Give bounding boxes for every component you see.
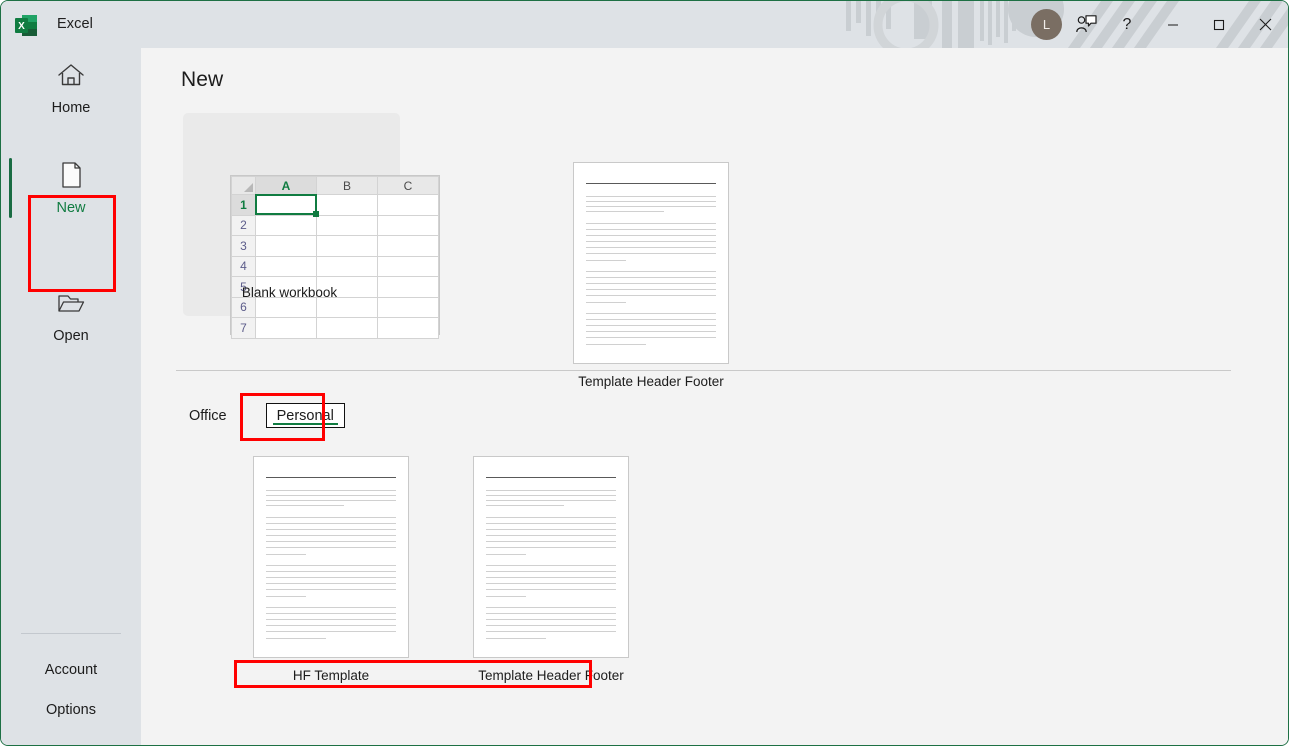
minimize-button[interactable] [1150, 1, 1196, 48]
tab-label: Office [189, 407, 227, 424]
template-label-hf-template: HF Template [292, 668, 370, 683]
column-header: C [377, 176, 439, 195]
tab-office[interactable]: Office [181, 404, 235, 428]
sidebar: Home New Open Account Options [1, 48, 141, 745]
tab-selected-underline [272, 423, 338, 425]
selected-cell-a1 [255, 194, 319, 217]
template-label-personal-header-footer: Template Header Footer [478, 668, 624, 683]
grid-cell [316, 255, 378, 277]
template-card-hf-template[interactable]: HF Template [253, 456, 409, 683]
grid-cell [377, 214, 439, 236]
template-card-personal-header-footer[interactable]: Template Header Footer [473, 456, 629, 683]
app-title: Excel [57, 16, 93, 32]
grid-cell [316, 194, 378, 216]
grid-cell [377, 194, 439, 216]
document-thumbnail [573, 162, 729, 364]
sidebar-item-new[interactable]: New [1, 148, 141, 228]
open-folder-icon [58, 295, 85, 312]
help-label: ? [1122, 15, 1132, 33]
select-all-corner [231, 176, 256, 195]
grid-cell [255, 255, 317, 277]
row-header: 6 [231, 296, 256, 318]
table-row: 7 [231, 317, 439, 339]
maximize-icon [1213, 19, 1225, 30]
table-header-row: A B C [231, 176, 439, 195]
grid-cell [377, 235, 439, 257]
table-row: 4 [231, 255, 439, 277]
excel-window: X Excel L ? Home New Open Account Option… [0, 0, 1289, 746]
grid-cell [255, 235, 317, 257]
document-thumbnail [253, 456, 409, 658]
spreadsheet-thumbnail: A B C 1 2 3 4 5 6 7 [230, 175, 440, 339]
close-icon [1259, 18, 1271, 31]
column-header: B [316, 176, 378, 195]
row-header: 2 [231, 214, 256, 236]
svg-text:X: X [18, 21, 25, 32]
row-header: 7 [231, 317, 256, 339]
help-button[interactable]: ? [1104, 1, 1150, 48]
new-document-icon [62, 162, 81, 188]
grid-cell [377, 296, 439, 318]
minimize-icon [1168, 23, 1178, 26]
page-title: New [181, 68, 224, 91]
selection-accent-bar [9, 158, 12, 218]
table-row: 6 [231, 296, 439, 318]
column-header: A [255, 176, 317, 195]
section-divider [176, 370, 1231, 371]
grid-cell [316, 296, 378, 318]
sidebar-item-account[interactable]: Account [1, 653, 141, 687]
sidebar-item-options[interactable]: Options [1, 693, 141, 727]
template-card-header-footer[interactable]: Template Header Footer [573, 162, 729, 389]
home-icon [58, 64, 84, 86]
content-area: New A B C 1 2 3 4 5 6 7 Blank workbook T… [141, 48, 1288, 745]
sidebar-item-label: Options [46, 702, 96, 718]
avatar[interactable]: L [1031, 9, 1062, 40]
maximize-button[interactable] [1196, 1, 1242, 48]
grid-cell [377, 255, 439, 277]
row-header: 1 [231, 194, 256, 216]
close-button[interactable] [1242, 1, 1288, 48]
grid-cell [377, 317, 439, 339]
grid-cell [255, 317, 317, 339]
table-row: 3 [231, 235, 439, 257]
sidebar-item-label: Home [51, 100, 91, 116]
sidebar-item-open[interactable]: Open [1, 276, 141, 356]
sidebar-item-label: Open [53, 328, 89, 344]
tab-label: Personal [276, 408, 334, 424]
titlebar-controls: L ? [1031, 1, 1288, 48]
row-header: 4 [231, 255, 256, 277]
sidebar-item-home[interactable]: Home [1, 48, 141, 128]
title-bar: X Excel L ? [1, 1, 1288, 48]
grid-cell [255, 214, 317, 236]
template-category-tabs: Office Personal [181, 403, 345, 428]
grid-cell [316, 235, 378, 257]
excel-logo-icon: X [15, 15, 37, 36]
grid-cell [255, 296, 317, 318]
tab-personal[interactable]: Personal [265, 403, 345, 428]
grid-cell [316, 214, 378, 236]
row-header: 3 [231, 235, 256, 257]
grid-cell [316, 317, 378, 339]
document-thumbnail [473, 456, 629, 658]
sidebar-divider [21, 633, 121, 634]
person-comment-icon[interactable] [1068, 8, 1104, 42]
sidebar-item-label: Account [44, 662, 98, 678]
template-label-header-footer: Template Header Footer [578, 374, 724, 389]
sidebar-item-label: New [56, 200, 86, 216]
table-row: 2 [231, 214, 439, 236]
template-label-blank-workbook: Blank workbook [241, 285, 338, 300]
